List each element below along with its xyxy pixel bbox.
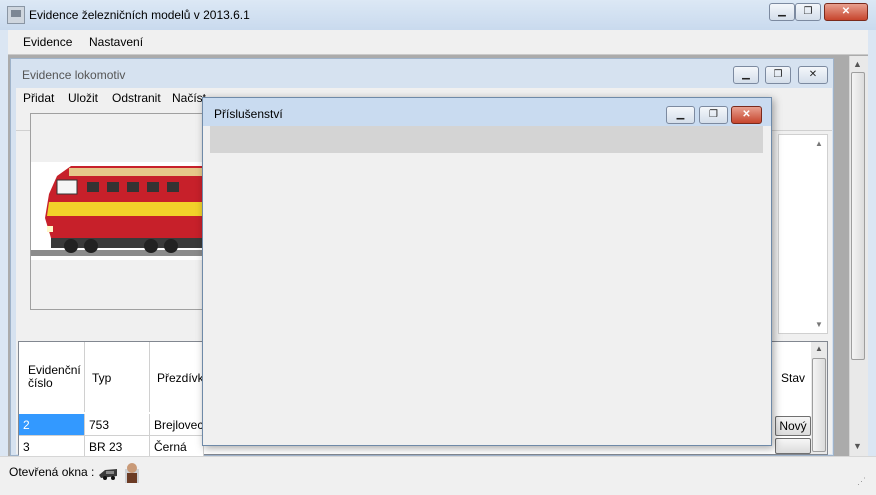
minimize-button[interactable]: ▁ <box>769 3 795 21</box>
resize-grip-icon[interactable]: ⋰ <box>857 476 866 487</box>
table-row-cell[interactable]: 2 <box>19 414 85 436</box>
scroll-up-icon[interactable]: ▲ <box>815 344 823 353</box>
table-row-cell[interactable]: BR 23 <box>85 436 150 458</box>
save-button[interactable]: Uložit <box>68 91 98 105</box>
grid-scroll-thumb[interactable] <box>812 358 826 452</box>
app-icon <box>7 6 25 24</box>
table-row-cell[interactable]: 753 <box>85 414 150 436</box>
evidence-minimize-button[interactable]: ▁ <box>733 66 759 84</box>
column-header-evidencni-cislo[interactable]: Evidenční číslo <box>19 342 85 412</box>
open-windows-label: Otevřená okna : <box>9 465 95 479</box>
minimize-icon: ▁ <box>778 6 786 17</box>
status-button[interactable]: Nový <box>775 416 811 436</box>
locomotive-icon[interactable] <box>97 461 119 483</box>
minimize-icon: ▁ <box>676 109 685 120</box>
table-row-cell[interactable]: 3 <box>19 436 85 458</box>
window-title: Evidence železničních modelů v 2013.6.1 <box>29 8 250 22</box>
accessory-window-title: Příslušenství <box>214 107 283 121</box>
remove-button[interactable]: Odstranit <box>112 91 161 105</box>
close-button[interactable]: ✕ <box>824 3 868 21</box>
load-button[interactable]: Načíst <box>172 91 206 105</box>
accessory-close-button[interactable]: ✕ <box>731 106 762 124</box>
scroll-down-icon[interactable]: ▼ <box>853 441 862 451</box>
accessory-toolbar-strip <box>210 126 763 153</box>
mdi-scroll-thumb[interactable] <box>851 72 865 360</box>
column-header-typ[interactable]: Typ <box>85 342 150 412</box>
column-header-stav[interactable]: Stav <box>772 342 812 412</box>
scroll-down-icon[interactable]: ▼ <box>815 320 823 329</box>
scroll-up-icon[interactable]: ▲ <box>815 139 823 148</box>
table-row-cell[interactable]: Brejlovec <box>150 414 204 436</box>
accessory-content <box>210 153 763 439</box>
status-button[interactable] <box>775 438 811 454</box>
restore-icon: ❐ <box>773 69 783 80</box>
person-icon[interactable] <box>122 461 144 483</box>
close-icon: ✕ <box>841 6 851 17</box>
menu-nastaveni[interactable]: Nastavení <box>89 35 143 49</box>
locomotive-image <box>31 162 203 260</box>
column-header-prezdivka[interactable]: Přezdívka <box>150 342 210 412</box>
description-box[interactable] <box>778 134 828 334</box>
add-button[interactable]: Přidat <box>23 91 54 105</box>
accessory-minimize-button[interactable]: ▁ <box>666 106 695 124</box>
evidence-restore-button[interactable]: ❐ <box>765 66 791 84</box>
scroll-up-icon[interactable]: ▲ <box>853 59 862 69</box>
restore-icon: ❐ <box>709 109 718 120</box>
evidence-close-button[interactable]: ✕ <box>798 66 828 84</box>
menu-evidence[interactable]: Evidence <box>23 35 72 49</box>
locomotive-photo <box>30 113 204 310</box>
restore-icon: ❐ <box>803 6 813 17</box>
close-icon: ✕ <box>742 109 751 120</box>
restore-button[interactable]: ❐ <box>795 3 821 21</box>
table-row-cell[interactable]: Černá pára <box>150 436 204 476</box>
evidence-window-title: Evidence lokomotiv <box>22 68 126 82</box>
close-icon: ✕ <box>808 69 818 80</box>
minimize-icon: ▁ <box>742 69 750 80</box>
accessory-restore-button[interactable]: ❐ <box>699 106 728 124</box>
